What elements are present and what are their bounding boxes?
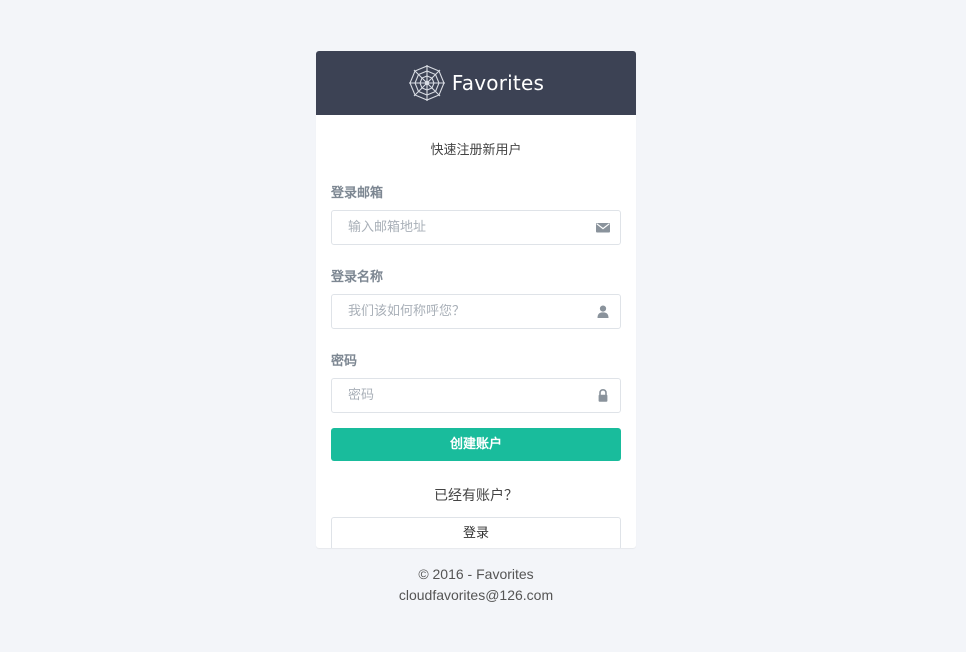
spiderweb-logo-icon [408, 65, 445, 101]
page-footer: © 2016 - Favorites cloudfavorites@126.co… [316, 564, 636, 606]
email-field[interactable]: 输入邮箱地址 [331, 210, 621, 245]
register-form: 快速注册新用户 登录邮箱 输入邮箱地址 登录名称 我们该如何称呼您？ 密码 密码 [316, 143, 636, 548]
name-field[interactable]: 我们该如何称呼您？ [331, 294, 621, 329]
password-label: 密码 [331, 354, 358, 369]
have-account-text: 已经有账户？ [434, 488, 518, 504]
envelope-icon [596, 223, 610, 233]
password-field[interactable]: 密码 [331, 378, 621, 413]
form-subtitle: 快速注册新用户 [430, 143, 522, 158]
card-header: Favorites [316, 51, 636, 115]
password-placeholder: 密码 [348, 388, 375, 403]
create-account-button[interactable]: 创建账户 [331, 428, 621, 461]
user-icon [597, 305, 609, 318]
lock-icon [598, 389, 608, 402]
email-placeholder: 输入邮箱地址 [348, 220, 427, 235]
brand-name: Favorites [451, 71, 545, 95]
copyright-text: © 2016 - Favorites [418, 566, 534, 582]
login-button[interactable]: 登录 [331, 517, 621, 548]
name-label: 登录名称 [331, 270, 384, 285]
register-card: Favorites 快速注册新用户 登录邮箱 输入邮箱地址 登录名称 我们该如何… [316, 51, 636, 548]
contact-email: cloudfavorites@126.com [398, 587, 554, 603]
email-label: 登录邮箱 [331, 186, 384, 201]
name-placeholder: 我们该如何称呼您？ [348, 304, 466, 319]
